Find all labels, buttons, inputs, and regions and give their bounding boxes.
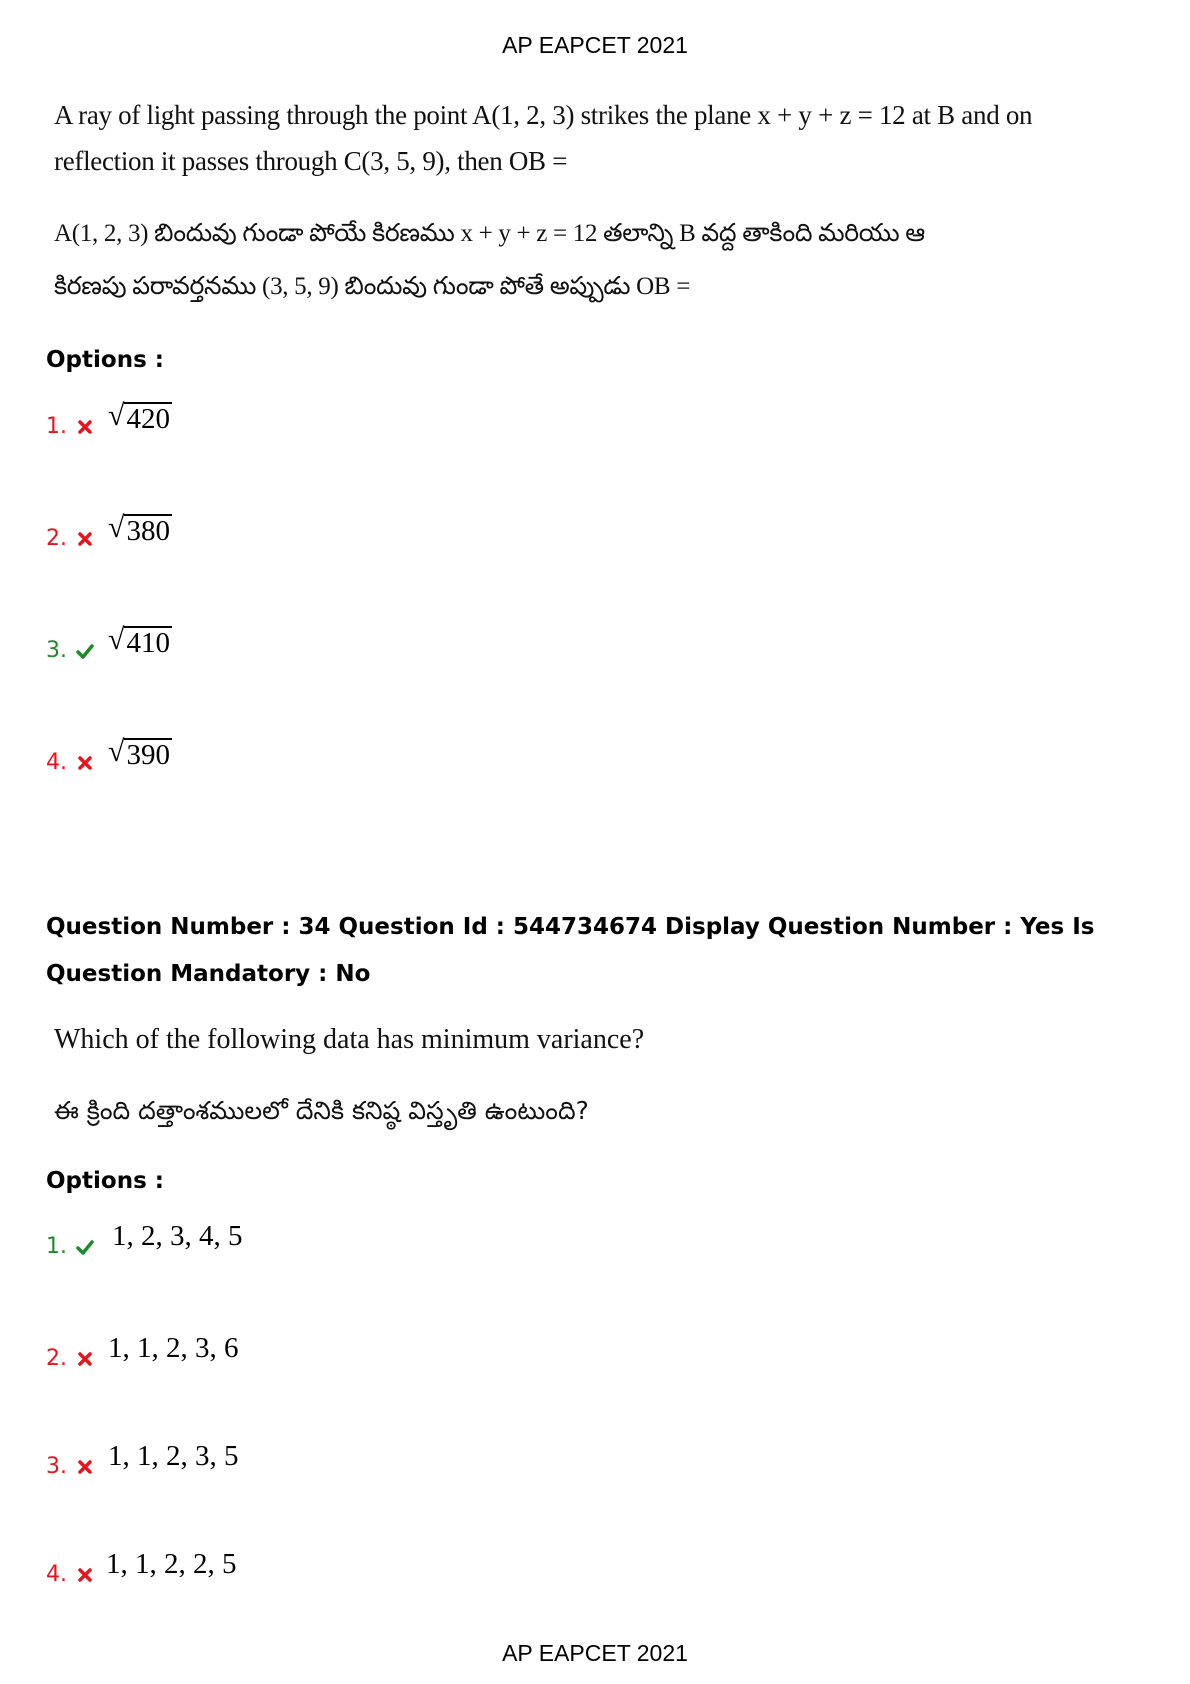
option-number: 4. bbox=[46, 750, 67, 775]
q33-english-line2: reflection it passes through C(3, 5, 9),… bbox=[54, 146, 568, 176]
cross-icon bbox=[78, 532, 92, 546]
q33-options-label: Options : bbox=[46, 347, 164, 373]
cross-icon bbox=[78, 1568, 92, 1582]
option-number: 4. bbox=[46, 1562, 67, 1587]
q34-telugu: ఈ క్రింది దత్తాంశములలో దేనికి కనిష్ఠ విస… bbox=[54, 1096, 589, 1125]
option-value: 1, 1, 2, 3, 5 bbox=[108, 1440, 239, 1472]
option-number: 1. bbox=[46, 1234, 67, 1259]
option-number: 3. bbox=[46, 1454, 67, 1479]
q33-telugu-line1: A(1, 2, 3) బిందువు గుండా పోయే కిరణము x +… bbox=[54, 220, 925, 247]
option-value: 1, 1, 2, 3, 6 bbox=[108, 1332, 239, 1364]
option-value: √ 380 bbox=[108, 511, 172, 547]
page-footer: AP EAPCET 2021 bbox=[502, 1640, 688, 1666]
option-value: 1, 1, 2, 2, 5 bbox=[106, 1548, 237, 1580]
option-number: 3. bbox=[46, 638, 67, 663]
option-value: √ 420 bbox=[108, 399, 172, 435]
option-number: 2. bbox=[46, 1346, 67, 1371]
cross-icon bbox=[78, 756, 92, 770]
option-value: √ 390 bbox=[108, 735, 172, 771]
option-value: 1, 2, 3, 4, 5 bbox=[112, 1220, 243, 1252]
q34-options-label: Options : bbox=[46, 1168, 164, 1194]
cross-icon bbox=[78, 420, 92, 434]
option-number: 1. bbox=[46, 414, 67, 439]
q33-english-line1: A ray of light passing through the point… bbox=[54, 100, 1033, 130]
q34-meta: Question Number : 34 Question Id : 54473… bbox=[46, 914, 1095, 987]
cross-icon bbox=[78, 1460, 92, 1474]
check-icon bbox=[76, 644, 94, 659]
cross-icon bbox=[78, 1352, 92, 1366]
option-value: √ 410 bbox=[108, 623, 172, 659]
q34-english: Which of the following data has minimum … bbox=[54, 1024, 645, 1055]
page-header: AP EAPCET 2021 bbox=[502, 32, 688, 58]
q33-telugu-line2: కిరణపు పరావర్తనము (3, 5, 9) బిందువు గుండ… bbox=[54, 273, 691, 300]
check-icon bbox=[76, 1240, 94, 1255]
option-number: 2. bbox=[46, 526, 67, 551]
